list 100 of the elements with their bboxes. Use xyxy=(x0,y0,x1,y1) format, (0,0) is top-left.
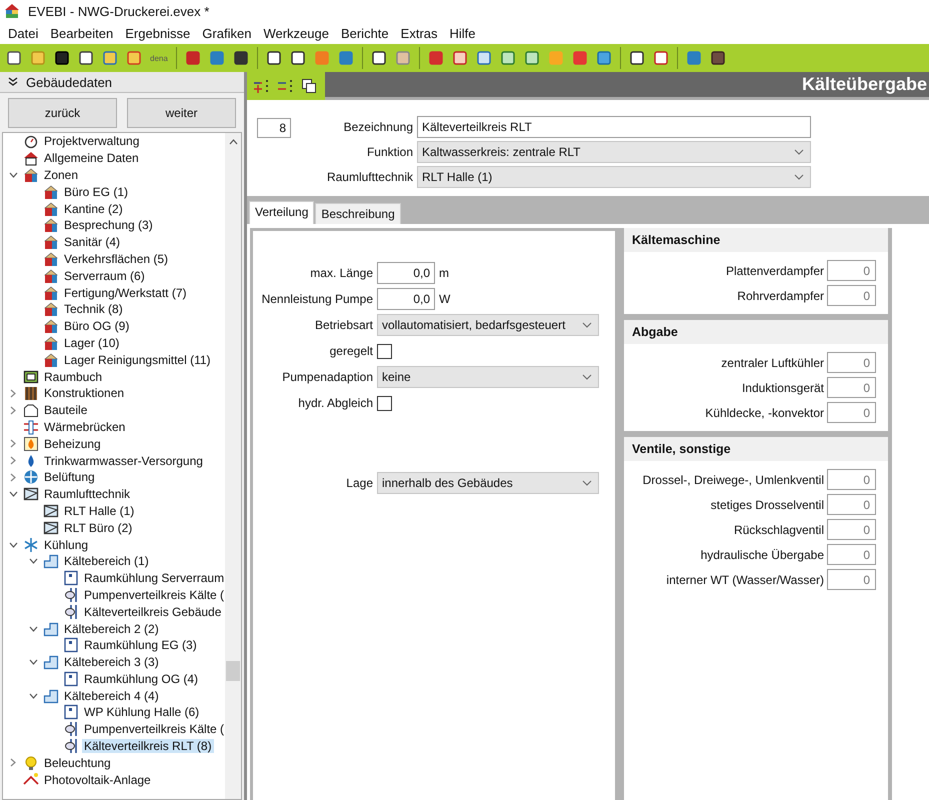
number-input[interactable]: 0,0 xyxy=(377,288,435,310)
dropdown[interactable]: innerhalb des Gebäudes xyxy=(377,472,599,494)
nav-button[interactable]: weiter xyxy=(127,98,236,128)
tree-item[interactable]: Photovoltaik-Anlage xyxy=(42,772,153,787)
chevron-down-icon[interactable] xyxy=(28,558,38,564)
tree-item[interactable]: Technik (8) xyxy=(62,302,125,316)
menu-item[interactable]: Bearbeiten xyxy=(44,26,120,40)
tree-item[interactable]: Kältebereich 4 (4) xyxy=(62,688,161,703)
dropdown[interactable]: RLT Halle (1) xyxy=(417,166,811,188)
checkbox[interactable] xyxy=(377,396,392,410)
tree-item[interactable]: Büro EG (1) xyxy=(62,184,130,199)
count-input[interactable]: 0 xyxy=(827,402,876,423)
tree-item[interactable]: Raumbuch xyxy=(42,370,104,384)
number-field[interactable]: 8 xyxy=(257,118,291,138)
tree-item[interactable]: Allgemeine Daten xyxy=(42,151,141,166)
tree-item[interactable]: Kälteverteilkreis RLT (8) xyxy=(82,739,214,754)
tree-item[interactable]: Beleuchtung xyxy=(42,756,113,770)
field-label: Funktion xyxy=(366,145,413,159)
tree-item[interactable]: Konstruktionen xyxy=(42,386,126,400)
tree-item[interactable]: Pumpenverteilkreis Kälte ( xyxy=(82,588,225,602)
menu-item[interactable]: Extras xyxy=(394,26,444,40)
tab[interactable]: Verteilung xyxy=(249,201,314,224)
tab[interactable]: Beschreibung xyxy=(315,203,401,224)
tree-item[interactable]: Büro OG (9) xyxy=(62,319,132,334)
zone-house-icon xyxy=(43,217,59,234)
count-input[interactable]: 0 xyxy=(827,377,876,398)
unit-label: m xyxy=(439,266,449,280)
count-input[interactable]: 0 xyxy=(827,569,876,590)
tree-item[interactable]: Wärmebrücken xyxy=(42,420,128,434)
tree-item[interactable]: Lager (10) xyxy=(62,336,122,350)
menu-item[interactable]: Hilfe xyxy=(444,26,482,40)
tree-item[interactable]: Projektverwaltung xyxy=(42,134,142,148)
menu-item[interactable]: Grafiken xyxy=(196,26,258,40)
chevron-down-icon[interactable] xyxy=(28,626,38,632)
area-icon xyxy=(43,620,59,636)
chevron-right-icon[interactable] xyxy=(10,388,16,398)
scroll-up-icon[interactable] xyxy=(228,139,238,145)
count-input[interactable]: 0 xyxy=(827,285,876,306)
dropdown[interactable]: vollautomatisiert, bedarfsgesteuert xyxy=(377,314,599,336)
dropdown[interactable]: Kaltwasserkreis: zentrale RLT xyxy=(417,141,811,163)
collapse-icon[interactable] xyxy=(8,77,18,87)
menu-item[interactable]: Datei xyxy=(2,26,44,40)
tree-item[interactable]: Besprechung (3) xyxy=(62,218,155,232)
tree-item[interactable]: Belüftung xyxy=(42,470,97,484)
scrollbar[interactable] xyxy=(225,133,241,799)
tree-item[interactable]: Raumkühlung Serverraum xyxy=(82,571,225,586)
count-input[interactable]: 0 xyxy=(827,544,876,565)
chevron-right-icon[interactable] xyxy=(10,406,16,415)
chevron-right-icon[interactable] xyxy=(10,456,16,466)
tree-item[interactable]: Fertigung/Werkstatt (7) xyxy=(62,286,188,300)
count-input[interactable]: 0 xyxy=(827,352,876,373)
tree-item[interactable]: Raumkühlung EG (3) xyxy=(82,638,199,652)
tree-item[interactable]: Verkehrsflächen (5) xyxy=(62,252,170,266)
tree-item[interactable]: Kältebereich (1) xyxy=(62,554,151,568)
field-label: hydraulische Übergabe xyxy=(700,548,824,562)
tree-item[interactable]: Lager Reinigungsmittel (11) xyxy=(62,352,213,367)
tree-item[interactable]: Zonen xyxy=(42,168,80,182)
chevron-right-icon[interactable] xyxy=(10,758,16,768)
tree-item[interactable]: Bauteile xyxy=(42,403,90,418)
add-link-icon[interactable] xyxy=(253,78,271,94)
number-input[interactable]: 0,0 xyxy=(377,262,435,284)
pump-icon xyxy=(63,738,79,754)
tree-item[interactable]: RLT Halle (1) xyxy=(62,504,136,518)
tree-item[interactable]: Kälteverteilkreis Gebäude xyxy=(82,604,224,619)
dena-button[interactable]: dena xyxy=(150,54,168,62)
scrollbar-thumb[interactable] xyxy=(226,661,240,681)
tree-item[interactable]: WP Kühlung Halle (6) xyxy=(82,705,202,720)
remove-link-icon[interactable] xyxy=(277,78,295,94)
tree-item[interactable]: RLT Büro (2) xyxy=(62,520,134,535)
dropdown[interactable]: keine xyxy=(377,366,599,388)
tree-item[interactable]: Trinkwarmwasser-Versorgung xyxy=(42,454,205,468)
chevron-right-icon[interactable] xyxy=(10,439,16,448)
count-input[interactable]: 0 xyxy=(827,494,876,515)
tree-item[interactable]: Raumkühlung OG (4) xyxy=(82,672,200,686)
chevron-down-icon[interactable] xyxy=(8,491,18,498)
checkbox[interactable] xyxy=(377,344,392,358)
nav-button[interactable]: zurück xyxy=(8,98,117,128)
tree-item[interactable]: Kühlung xyxy=(42,538,90,552)
tree-item[interactable]: Pumpenverteilkreis Kälte ( xyxy=(82,722,225,736)
menu-item[interactable]: Ergebnisse xyxy=(119,26,196,40)
chevron-down-icon[interactable] xyxy=(28,659,38,666)
tree-item[interactable]: Kantine (2) xyxy=(62,202,125,216)
tree-item[interactable]: Raumlufttechnik xyxy=(42,487,132,502)
cooling-unit-icon xyxy=(63,704,79,720)
tree-item[interactable]: Kältebereich 2 (2) xyxy=(62,622,161,636)
chevron-down-icon[interactable] xyxy=(8,542,18,548)
menu-item[interactable]: Berichte xyxy=(334,26,395,40)
tree-item[interactable]: Kältebereich 3 (3) xyxy=(62,655,161,670)
tree-item[interactable]: Serverraum (6) xyxy=(62,268,147,283)
tree-item[interactable]: Sanitär (4) xyxy=(62,235,122,250)
count-input[interactable]: 0 xyxy=(827,260,876,281)
chevron-right-icon[interactable] xyxy=(10,472,16,482)
chevron-down-icon[interactable] xyxy=(8,172,18,178)
wall-layers-icon xyxy=(23,385,39,402)
chevron-down-icon[interactable] xyxy=(28,692,38,699)
tree-item[interactable]: Beheizung xyxy=(42,436,103,451)
count-input[interactable]: 0 xyxy=(827,469,876,490)
count-input[interactable]: 0 xyxy=(827,519,876,540)
name-input[interactable]: Kälteverteilkreis RLT xyxy=(417,116,811,138)
menu-item[interactable]: Werkzeuge xyxy=(257,26,335,40)
